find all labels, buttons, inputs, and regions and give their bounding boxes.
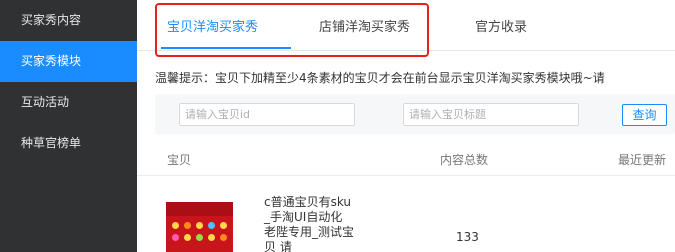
active-tab-indicator xyxy=(161,47,291,49)
filter-bar: 查询 xyxy=(155,94,675,134)
thumbnail-dot xyxy=(220,222,227,229)
sidebar-item-buyer-show-module[interactable]: 买家秀模块 xyxy=(0,41,137,82)
thumbnail-dot xyxy=(220,234,227,241)
item-title-input[interactable] xyxy=(403,103,579,126)
thumbnail-dot xyxy=(196,222,203,229)
main-content: 宝贝洋淘买家秀 店铺洋淘买家秀 官方收录 温馨提示：宝贝下加精至少4条素材的宝贝… xyxy=(137,0,675,252)
table-row: c普通宝贝有sku_手淘UI自动化老陛专用_测试宝贝 请 133 xyxy=(137,188,675,252)
thumbnail-dot xyxy=(172,222,179,229)
thumbnail-dot xyxy=(196,234,203,241)
table-header: 宝贝 内容总数 最近更新 xyxy=(137,140,675,176)
thumbnail-dot xyxy=(184,222,191,229)
tab-item-buyer-show[interactable]: 宝贝洋淘买家秀 xyxy=(167,16,258,35)
thumbnail-banner xyxy=(166,202,233,216)
product-thumbnail[interactable] xyxy=(166,202,233,252)
sidebar-item-buyer-show-content[interactable]: 买家秀内容 xyxy=(0,0,137,41)
column-header-item: 宝贝 xyxy=(167,153,192,167)
thumbnail-dot xyxy=(208,222,215,229)
tab-official-collection[interactable]: 官方收录 xyxy=(475,16,527,35)
item-id-input[interactable] xyxy=(179,103,355,126)
column-header-content-count: 内容总数 xyxy=(440,153,489,167)
sidebar: 买家秀内容 买家秀模块 互动活动 种草官榜单 xyxy=(0,0,137,252)
sidebar-item-seeding-ranking[interactable]: 种草官榜单 xyxy=(0,123,137,164)
thumbnail-dot xyxy=(184,234,191,241)
thumbnail-dot xyxy=(208,234,215,241)
search-button[interactable]: 查询 xyxy=(622,104,667,126)
column-header-last-updated[interactable]: 最近更新 xyxy=(618,151,666,168)
thumbnail-dot xyxy=(172,234,179,241)
sidebar-item-interactive-activities[interactable]: 互动活动 xyxy=(0,82,137,123)
tab-bar: 宝贝洋淘买家秀 店铺洋淘买家秀 官方收录 xyxy=(137,0,675,51)
notice-text: 温馨提示：宝贝下加精至少4条素材的宝贝才会在前台显示宝贝洋淘买家秀模块哦~请 xyxy=(155,71,605,85)
content-count: 133 xyxy=(456,230,479,244)
tab-shop-buyer-show[interactable]: 店铺洋淘买家秀 xyxy=(319,16,410,35)
product-name-link[interactable]: c普通宝贝有sku_手淘UI自动化老陛专用_测试宝贝 请 xyxy=(264,195,354,252)
